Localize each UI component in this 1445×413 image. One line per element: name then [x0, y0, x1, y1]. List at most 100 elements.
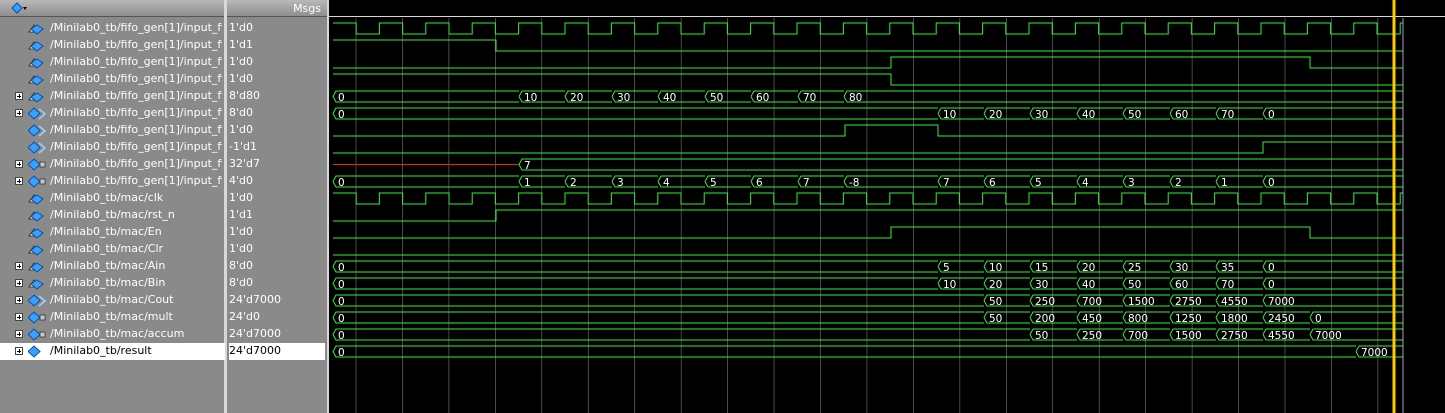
bus-segment	[332, 277, 938, 290]
signal-row[interactable]: /Minilab0_tb/fifo_gen[1]/input_fif...	[0, 173, 225, 190]
signal-value-row[interactable]: 1'd0	[229, 224, 325, 241]
values-header: Msgs	[226, 0, 327, 17]
signal-value: 8'd0	[229, 276, 254, 289]
bus-value-label: 80	[849, 92, 862, 104]
bus-value-label: 0	[338, 296, 345, 308]
signal-value-row[interactable]: 32'd7	[229, 156, 325, 173]
signal-value-row[interactable]: -1'd1	[229, 139, 325, 156]
bus-value-label: 50	[1128, 279, 1141, 291]
msgs-label: Msgs	[293, 2, 321, 15]
signal-value: 32'd7	[229, 157, 261, 170]
signal-name: /Minilab0_tb/mac/Ain	[50, 259, 166, 272]
signal-value-row[interactable]: 8'd0	[229, 275, 325, 292]
signal-row[interactable]: /Minilab0_tb/mac/Clr	[0, 241, 225, 258]
bus-value-label: 250	[1035, 296, 1055, 308]
signal-value: 1'd1	[229, 38, 254, 51]
signal-row[interactable]: /Minilab0_tb/mac/clk	[0, 190, 225, 207]
signal-icon	[28, 58, 44, 69]
expand-icon[interactable]	[15, 313, 23, 321]
signal-row[interactable]: /Minilab0_tb/mac/Bin	[0, 275, 225, 292]
signal-name: /Minilab0_tb/fifo_gen[1]/input_fifo/i	[50, 157, 222, 170]
signal-row[interactable]: /Minilab0_tb/mac/accum	[0, 326, 225, 343]
bus-value-label: 1800	[1221, 313, 1248, 325]
signal-value: 24'd0	[229, 310, 261, 323]
signal-value-row[interactable]: 8'd0	[229, 105, 325, 122]
signal-row[interactable]: /Minilab0_tb/fifo_gen[1]/input_fif...	[0, 37, 225, 54]
signal-value-row[interactable]: 8'd80	[229, 88, 325, 105]
expand-icon[interactable]	[15, 109, 23, 117]
bit-waveform	[333, 226, 1403, 239]
signal-value-row[interactable]: 24'd7000	[229, 326, 325, 343]
signal-value: 24'd7000	[229, 344, 281, 357]
signal-value-row[interactable]: 24'd0	[229, 309, 325, 326]
signal-row[interactable]: /Minilab0_tb/fifo_gen[1]/input_fif...	[0, 20, 225, 37]
bus-value-label: 7	[943, 177, 950, 189]
signal-value-row[interactable]: 1'd0	[229, 241, 325, 258]
signal-row[interactable]: /Minilab0_tb/fifo_gen[1]/input_fif...	[0, 88, 225, 105]
signal-name: /Minilab0_tb/fifo_gen[1]/input_fif...	[50, 106, 222, 119]
signal-row[interactable]: /Minilab0_tb/fifo_gen[1]/input_fifo/i	[0, 156, 225, 173]
signal-value-row[interactable]: 1'd0	[229, 54, 325, 71]
signal-row[interactable]: /Minilab0_tb/result	[0, 343, 225, 360]
signal-value: 8'd0	[229, 106, 254, 119]
bus-value-label: 10	[943, 279, 956, 291]
signal-row[interactable]: /Minilab0_tb/fifo_gen[1]/input_fif...	[0, 54, 225, 71]
waveform-canvas[interactable]: 0 10 20 30 40 50 60 70 800 10 20 30 40 50 60 70 070 1 2 3 4 5…	[329, 0, 1445, 413]
bus-value-label: 4550	[1268, 330, 1295, 342]
bus-value-label: 20	[570, 92, 583, 104]
output-signal-icon	[28, 294, 46, 307]
signal-name: /Minilab0_tb/mac/accum	[50, 327, 185, 340]
signal-icon	[28, 211, 44, 222]
signal-value-row[interactable]: 1'd0	[229, 190, 325, 207]
signal-row[interactable]: /Minilab0_tb/mac/rst_n	[0, 207, 225, 224]
bus-value-label: 0	[338, 279, 345, 291]
bit-waveform	[333, 56, 1403, 69]
expand-icon[interactable]	[15, 262, 23, 270]
signal-value: 1'd0	[229, 225, 254, 238]
signal-row[interactable]: /Minilab0_tb/mac/mult	[0, 309, 225, 326]
bus-value-label: 3	[617, 177, 624, 189]
bus-segment	[1262, 175, 1403, 188]
wave-menu-icon[interactable]	[10, 2, 28, 15]
bus-value-label: 200	[1035, 313, 1055, 325]
expand-icon[interactable]	[15, 177, 23, 185]
bus-value-label: 1	[1221, 177, 1228, 189]
signal-value-row[interactable]: 1'd0	[229, 71, 325, 88]
signal-value-row[interactable]: 24'd7000	[229, 292, 325, 309]
signal-icon	[28, 245, 44, 256]
bus-value-label: 5	[1035, 177, 1042, 189]
signal-value-row[interactable]: 24'd7000	[229, 343, 325, 360]
signal-row[interactable]: /Minilab0_tb/fifo_gen[1]/input_fif...	[0, 139, 225, 156]
clock-waveform	[333, 192, 1403, 205]
signal-icon	[28, 24, 44, 35]
expand-icon[interactable]	[15, 330, 23, 338]
expand-icon[interactable]	[15, 92, 23, 100]
signal-name: /Minilab0_tb/mac/Cout	[50, 293, 174, 306]
expand-icon[interactable]	[15, 296, 23, 304]
signal-value-row[interactable]: 4'd0	[229, 173, 325, 190]
bus-value-label: 20	[989, 279, 1002, 291]
expand-icon[interactable]	[15, 160, 23, 168]
bus-value-label: 30	[617, 92, 630, 104]
bus-value-label: 10	[943, 109, 956, 121]
signal-value-row[interactable]: 1'd0	[229, 122, 325, 139]
expand-icon[interactable]	[15, 347, 23, 355]
clock-waveform	[333, 22, 1403, 35]
signal-icon	[28, 279, 44, 290]
signal-row[interactable]: /Minilab0_tb/mac/Ain	[0, 258, 225, 275]
signal-row[interactable]: /Minilab0_tb/mac/En	[0, 224, 225, 241]
bus-value-label: 0	[1268, 109, 1275, 121]
signal-row[interactable]: /Minilab0_tb/fifo_gen[1]/input_fif...	[0, 71, 225, 88]
signal-value-row[interactable]: 1'd1	[229, 37, 325, 54]
signal-row[interactable]: /Minilab0_tb/fifo_gen[1]/input_fif...	[0, 105, 225, 122]
signal-value-row[interactable]: 1'd1	[229, 207, 325, 224]
bus-value-label: 0	[338, 109, 345, 121]
signal-row[interactable]: /Minilab0_tb/mac/Cout	[0, 292, 225, 309]
expand-icon[interactable]	[15, 279, 23, 287]
signal-name: /Minilab0_tb/fifo_gen[1]/input_fif...	[50, 89, 222, 102]
signal-value-row[interactable]: 1'd0	[229, 20, 325, 37]
signal-value-row[interactable]: 8'd0	[229, 258, 325, 275]
signal-row[interactable]: /Minilab0_tb/fifo_gen[1]/input_fif...	[0, 122, 225, 139]
bus-value-label: 70	[803, 92, 816, 104]
bus-segment	[843, 90, 1403, 103]
